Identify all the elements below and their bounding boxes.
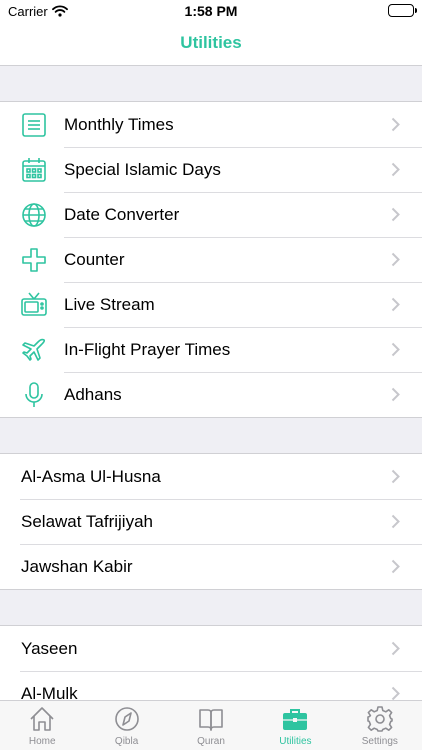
chevron-right-icon xyxy=(391,207,400,222)
compass-icon xyxy=(114,707,139,731)
yaseen-row[interactable]: Yaseen xyxy=(0,626,422,671)
book-icon xyxy=(199,709,223,731)
chevron-right-icon xyxy=(391,342,400,357)
row-label: Special Islamic Days xyxy=(64,159,221,179)
battery-icon xyxy=(388,4,417,17)
tools-group: Monthly Times Special Islamic Days Date … xyxy=(0,101,422,418)
tab-utilities[interactable]: Utilities xyxy=(253,701,337,750)
globe-icon xyxy=(20,201,48,229)
tab-label: Home xyxy=(28,736,56,747)
special-islamic-days-row[interactable]: Special Islamic Days xyxy=(0,147,422,192)
date-converter-row[interactable]: Date Converter xyxy=(0,192,422,237)
chevron-right-icon xyxy=(391,117,400,132)
status-time: 1:58 PM xyxy=(184,3,238,19)
row-label: Live Stream xyxy=(64,294,155,314)
chevron-right-icon xyxy=(391,686,400,700)
list-icon xyxy=(20,111,48,139)
chevron-right-icon xyxy=(391,514,400,529)
chevron-right-icon xyxy=(391,297,400,312)
in-flight-prayer-times-row[interactable]: In-Flight Prayer Times xyxy=(0,327,422,372)
row-label: In-Flight Prayer Times xyxy=(64,339,231,359)
utilities-list[interactable]: Monthly Times Special Islamic Days Date … xyxy=(0,66,422,700)
microphone-icon xyxy=(20,381,48,409)
live-stream-row[interactable]: Live Stream xyxy=(0,282,422,327)
row-label: Counter xyxy=(64,249,125,269)
adhans-row[interactable]: Adhans xyxy=(0,372,422,417)
status-bar: Carrier 1:58 PM xyxy=(0,0,422,22)
tab-label: Settings xyxy=(361,736,398,747)
tab-settings[interactable]: Settings xyxy=(338,701,422,750)
calendar-icon xyxy=(20,156,48,184)
monthly-times-row[interactable]: Monthly Times xyxy=(0,102,422,147)
row-label: Date Converter xyxy=(64,204,180,224)
chevron-right-icon xyxy=(391,559,400,574)
jawshan-kabir-row[interactable]: Jawshan Kabir xyxy=(0,544,422,589)
airplane-icon xyxy=(20,336,48,364)
tab-bar: Home Qibla Quran Utilities Settings xyxy=(0,700,422,750)
tab-label: Qibla xyxy=(114,736,139,747)
chevron-right-icon xyxy=(391,641,400,656)
row-label: Yaseen xyxy=(21,638,78,658)
tab-qibla[interactable]: Qibla xyxy=(84,701,168,750)
row-label: Al-Asma Ul-Husna xyxy=(21,466,161,486)
tab-quran[interactable]: Quran xyxy=(169,701,253,750)
tab-home[interactable]: Home xyxy=(0,701,84,750)
chevron-right-icon xyxy=(391,162,400,177)
surahs-group: Yaseen Al-Mulk xyxy=(0,625,422,700)
tab-label: Utilities xyxy=(279,736,312,747)
counter-row[interactable]: Counter xyxy=(0,237,422,282)
row-label: Jawshan Kabir xyxy=(21,556,133,576)
selawat-tafrijiyah-row[interactable]: Selawat Tafrijiyah xyxy=(0,499,422,544)
al-asma-ul-husna-row[interactable]: Al-Asma Ul-Husna xyxy=(0,454,422,499)
row-label: Adhans xyxy=(64,384,122,404)
row-label: Monthly Times xyxy=(64,114,174,134)
tv-icon xyxy=(20,291,48,319)
prayers-group: Al-Asma Ul-Husna Selawat Tafrijiyah Jaws… xyxy=(0,453,422,590)
home-icon xyxy=(30,707,54,731)
chevron-right-icon xyxy=(391,387,400,402)
navigation-bar: Utilities xyxy=(0,22,422,66)
chevron-right-icon xyxy=(391,469,400,484)
chevron-right-icon xyxy=(391,252,400,267)
al-mulk-row[interactable]: Al-Mulk xyxy=(0,671,422,700)
page-title: Utilities xyxy=(180,33,242,52)
row-label: Selawat Tafrijiyah xyxy=(21,511,153,531)
tab-label: Quran xyxy=(197,736,225,747)
row-label: Al-Mulk xyxy=(21,683,78,701)
gear-icon xyxy=(367,706,393,732)
plus-icon xyxy=(20,246,48,274)
briefcase-icon xyxy=(283,709,308,730)
